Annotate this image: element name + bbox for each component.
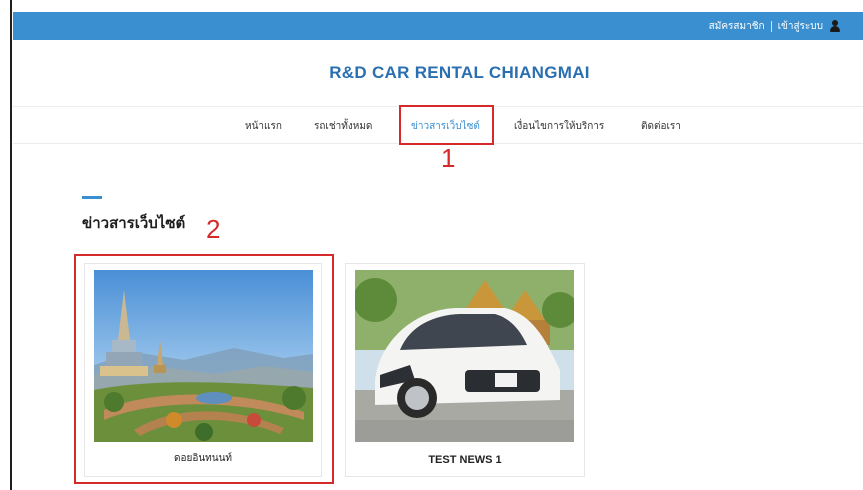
annotation-box-2 (74, 254, 334, 484)
nav-item-home[interactable]: หน้าแรก (245, 119, 282, 134)
nav-item-terms[interactable]: เงื่อนไขการให้บริการ (514, 119, 604, 134)
register-link[interactable]: สมัครสมาชิก (709, 19, 765, 34)
nav-item-contact[interactable]: ติดต่อเรา (641, 119, 681, 134)
nav-item-all-cars[interactable]: รถเช่าทั้งหมด (314, 119, 372, 134)
login-link[interactable]: เข้าสู่ระบบ (778, 19, 823, 34)
white-toyota-camry-photo[interactable] (355, 270, 574, 442)
window-frame-edge (0, 0, 12, 490)
annotation-box-1 (399, 105, 494, 145)
news-title[interactable]: TEST NEWS 1 (346, 454, 584, 466)
link-separator (770, 20, 772, 32)
site-title[interactable]: R&D CAR RENTAL CHIANGMAI (329, 63, 590, 83)
user-icon[interactable] (829, 20, 841, 32)
section-title: ข่าวสารเว็บไซต์ (82, 214, 186, 232)
top-bar: สมัครสมาชิก เข้าสู่ระบบ (13, 12, 863, 40)
brand-header: R&D CAR RENTAL CHIANGMAI (13, 40, 863, 107)
news-card[interactable]: TEST NEWS 1 (345, 263, 585, 477)
account-links: สมัครสมาชิก เข้าสู่ระบบ (709, 12, 841, 40)
section-accent-bar (82, 196, 102, 199)
annotation-number-1: 1 (441, 143, 456, 173)
annotation-number-2: 2 (206, 214, 221, 244)
